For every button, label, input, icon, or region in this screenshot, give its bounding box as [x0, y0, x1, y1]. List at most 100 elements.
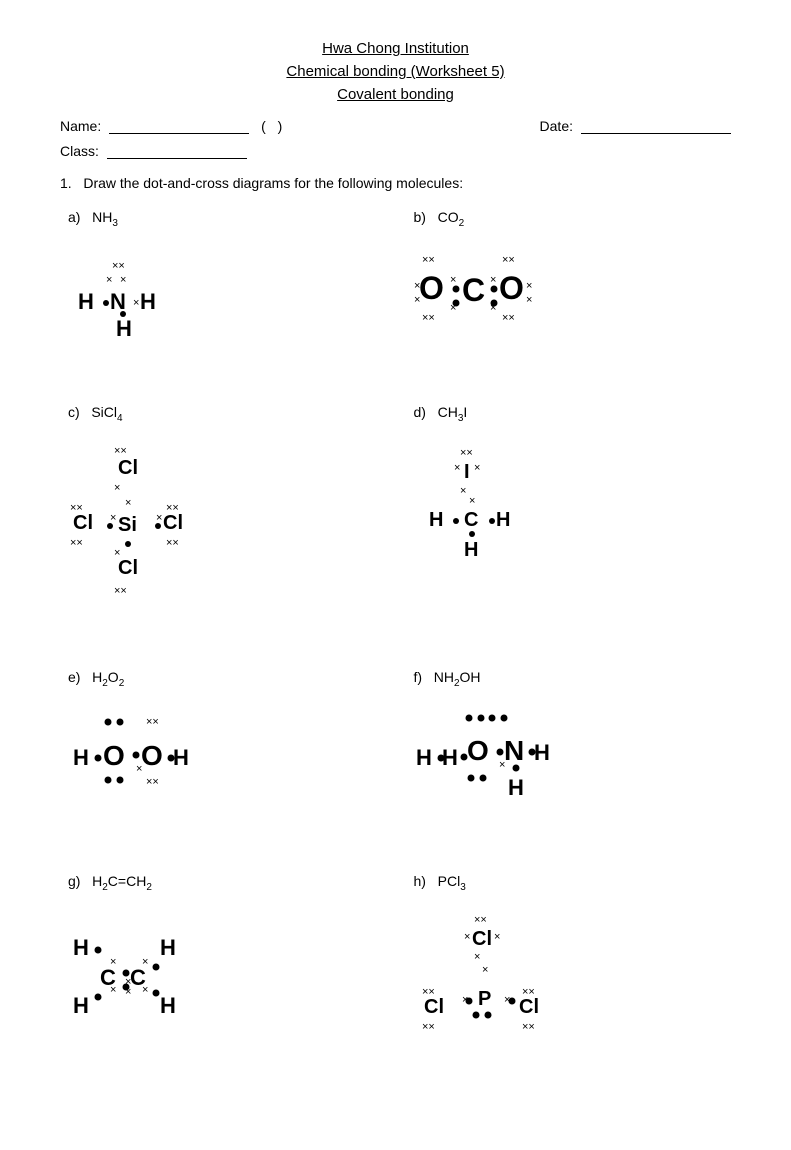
svg-text:×: ×: [526, 280, 532, 292]
name-field[interactable]: [109, 117, 249, 134]
svg-text:Cl: Cl: [118, 457, 138, 479]
svg-text:×: ×: [494, 931, 500, 943]
svg-text:×: ×: [474, 462, 480, 474]
question-1: 1. Draw the dot-and-cross diagrams for t…: [60, 175, 731, 191]
svg-text:H: H: [73, 745, 89, 770]
svg-text:××: ××: [166, 537, 179, 549]
date-field[interactable]: [581, 117, 731, 134]
molecule-h-label: h) PCl3: [414, 873, 724, 893]
svg-text:H: H: [442, 745, 458, 770]
svg-text:×: ×: [114, 482, 120, 494]
topic-title: Covalent bonding: [60, 86, 731, 103]
svg-text:×: ×: [482, 964, 488, 976]
svg-text:×: ×: [474, 951, 480, 963]
svg-text:××: ××: [114, 445, 127, 457]
svg-text:×: ×: [156, 512, 162, 524]
svg-text:Cl: Cl: [118, 557, 138, 579]
molecule-c: c) SiCl4 ×× Cl × × Si ×× Cl ×× × ××: [60, 396, 386, 631]
diagram-sicl4: ×× Cl × × Si ×× Cl ×× × ×× Cl ××: [68, 436, 228, 619]
svg-text:Cl: Cl: [163, 512, 183, 534]
svg-text:××: ××: [114, 585, 127, 597]
institution-title: Hwa Chong Institution: [60, 40, 731, 57]
molecule-e: e) H2O2 H O × ×× O ××: [60, 661, 386, 836]
svg-text:H: H: [160, 993, 176, 1018]
h2o2-diagram: H O × ×× O ×× H: [68, 700, 258, 800]
svg-text:Si: Si: [118, 514, 137, 536]
sicl4-diagram: ×× Cl × × Si ×× Cl ×× × ×× Cl ××: [68, 436, 228, 616]
diagram-co2: ×× O ×× C ×× O ××: [414, 241, 664, 344]
svg-text:×: ×: [499, 759, 505, 771]
molecule-a-label: a) NH3: [68, 209, 378, 229]
molecule-d: d) CH3I ×× I × × C H H H: [406, 396, 732, 631]
svg-text:O: O: [103, 740, 125, 771]
svg-text:H: H: [140, 289, 156, 314]
svg-text:××: ××: [70, 537, 83, 549]
svg-text:×: ×: [110, 956, 116, 968]
svg-text:×: ×: [414, 280, 420, 292]
molecule-f: f) NH2OH H O N ×: [406, 661, 732, 836]
svg-text:×: ×: [133, 297, 139, 309]
svg-text:H: H: [534, 740, 550, 765]
molecule-b: b) CO2 ×× O ×× C ×× O: [406, 201, 732, 366]
svg-text:O: O: [419, 270, 444, 306]
name-row: Name: ( ) Date:: [60, 117, 731, 134]
svg-text:××: ××: [112, 260, 125, 272]
svg-text:×: ×: [450, 302, 456, 314]
svg-text:×: ×: [142, 984, 148, 996]
pcl3-diagram: ×× Cl × × P ×× Cl ×× × ×× Cl ××: [414, 905, 614, 1095]
nh3-diagram: H N ×× × H H × ×: [68, 241, 198, 351]
svg-text:×: ×: [120, 274, 126, 286]
svg-text:×: ×: [490, 274, 496, 286]
svg-text:××: ××: [474, 914, 487, 926]
svg-text:×: ×: [414, 294, 420, 306]
svg-text:××: ××: [422, 254, 435, 266]
svg-text:×: ×: [450, 274, 456, 286]
svg-text:Cl: Cl: [424, 996, 444, 1018]
nh2oh-diagram: H O N × H H: [414, 700, 634, 820]
svg-text:××: ××: [522, 1021, 535, 1033]
svg-text:H: H: [78, 289, 94, 314]
diagram-pcl3: ×× Cl × × P ×× Cl ×× × ×× Cl ××: [414, 905, 614, 1098]
svg-text:H: H: [73, 935, 89, 960]
molecules-grid: a) NH3 H N ×× × H H × ×: [60, 201, 731, 1110]
date-label: Date:: [540, 118, 573, 134]
worksheet-title: Chemical bonding (Worksheet 5): [60, 63, 731, 80]
molecule-d-label: d) CH3I: [414, 404, 724, 424]
h2cch2-diagram: H C × × H C H H: [68, 905, 298, 1045]
svg-text:×: ×: [469, 495, 475, 507]
svg-text:Cl: Cl: [519, 996, 539, 1018]
svg-text:O: O: [141, 740, 163, 771]
molecule-g: g) H2C=CH2 H C × × H C: [60, 865, 386, 1110]
svg-text:H: H: [464, 539, 478, 561]
svg-text:××: ××: [146, 776, 159, 788]
svg-text:×: ×: [110, 984, 116, 996]
diagram-nh2oh: H O N × H H: [414, 700, 634, 823]
svg-text:×: ×: [526, 294, 532, 306]
svg-text:××: ××: [422, 312, 435, 324]
class-label: Class:: [60, 143, 99, 159]
svg-text:××: ××: [460, 447, 473, 459]
svg-text:H: H: [416, 745, 432, 770]
svg-text:I: I: [464, 461, 470, 483]
svg-text:××: ××: [146, 716, 159, 728]
svg-text:×: ×: [464, 931, 470, 943]
svg-text:×: ×: [490, 302, 496, 314]
svg-text:O: O: [467, 735, 489, 766]
diagram-nh3: H N ×× × H H × ×: [68, 241, 198, 354]
svg-text:Cl: Cl: [73, 512, 93, 534]
diagram-h2cch2: H C × × H C H H: [68, 905, 298, 1048]
svg-text:P: P: [478, 988, 491, 1010]
co2-diagram: ×× O ×× C ×× O ××: [414, 241, 664, 341]
class-row: Class:: [60, 142, 731, 159]
svg-text:×: ×: [106, 274, 112, 286]
diagram-h2o2: H O × ×× O ×× H: [68, 700, 258, 803]
class-field[interactable]: [107, 142, 247, 159]
svg-text:××: ××: [502, 312, 515, 324]
molecule-c-label: c) SiCl4: [68, 404, 378, 424]
svg-text:×: ×: [125, 497, 131, 509]
svg-text:H: H: [429, 509, 443, 531]
molecule-b-label: b) CO2: [414, 209, 724, 229]
paren-close: ): [274, 118, 283, 134]
svg-text:H: H: [173, 745, 189, 770]
svg-text:××: ××: [502, 254, 515, 266]
